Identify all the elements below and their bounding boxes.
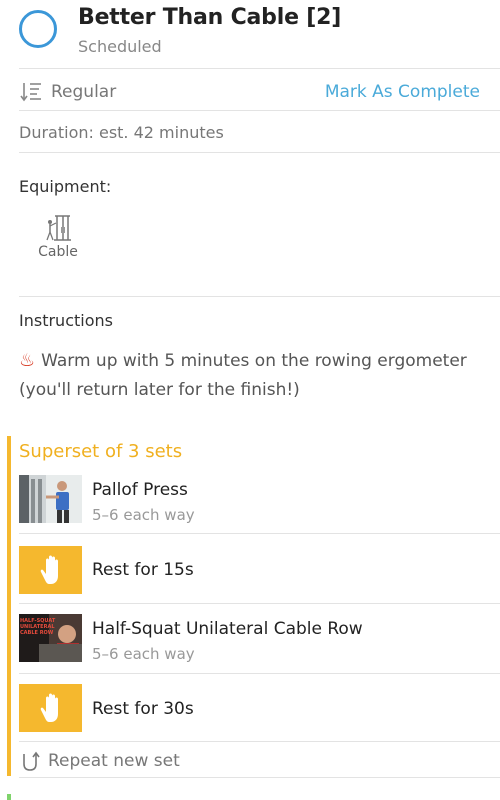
superset-title: Superset of 3 sets [19,441,183,462]
repeat-set-button[interactable]: Repeat new set [48,751,180,771]
divider [19,777,500,778]
exercise-name[interactable]: Pallof Press [92,480,188,500]
exercise-reps: 5–6 each way [92,645,195,663]
rest-label: Rest for 30s [92,699,194,719]
status-circle-icon[interactable] [19,10,57,48]
workout-mode-label[interactable]: Regular [51,82,116,102]
divider [19,673,500,674]
sort-icon[interactable] [19,80,43,104]
mark-complete-button[interactable]: Mark As Complete [325,82,480,102]
superset-accent-bar [7,436,11,776]
duration-text: Duration: est. 42 minutes [19,123,224,142]
divider [19,741,500,742]
equipment-heading: Equipment: [19,177,112,196]
equipment-label-cable: Cable [38,244,78,260]
exercise-reps: 5–6 each way [92,506,195,524]
instructions-heading: Instructions [19,311,113,330]
next-block-accent-bar [7,794,11,800]
cable-machine-icon [46,215,71,241]
divider [19,152,500,153]
svg-text:CABLE ROW: CABLE ROW [20,630,54,636]
cable-row-thumbnail[interactable]: HALF-SQUAT UNILATERAL CABLE ROW [19,614,82,662]
workout-header: Better Than Cable [2] Scheduled [0,0,500,68]
workout-status: Scheduled [78,37,162,56]
rest-label: Rest for 15s [92,560,194,580]
pallof-press-thumbnail[interactable] [19,475,82,523]
rest-block [19,546,82,594]
exercise-name[interactable]: Half-Squat Unilateral Cable Row [92,619,363,639]
hand-icon [40,555,58,584]
instructions-body: Warm up with 5 minutes on the rowing erg… [19,351,467,400]
hand-icon [40,693,58,722]
workout-title: Better Than Cable [2] [78,5,342,30]
repeat-icon[interactable] [19,750,41,772]
divider [19,533,500,534]
instructions-text: ♨ Warm up with 5 minutes on the rowing er… [19,346,489,405]
hot-springs-icon: ♨ [19,350,36,371]
divider [19,296,500,297]
divider [19,110,500,111]
rest-block [19,684,82,732]
divider [19,603,500,604]
divider [19,68,500,69]
